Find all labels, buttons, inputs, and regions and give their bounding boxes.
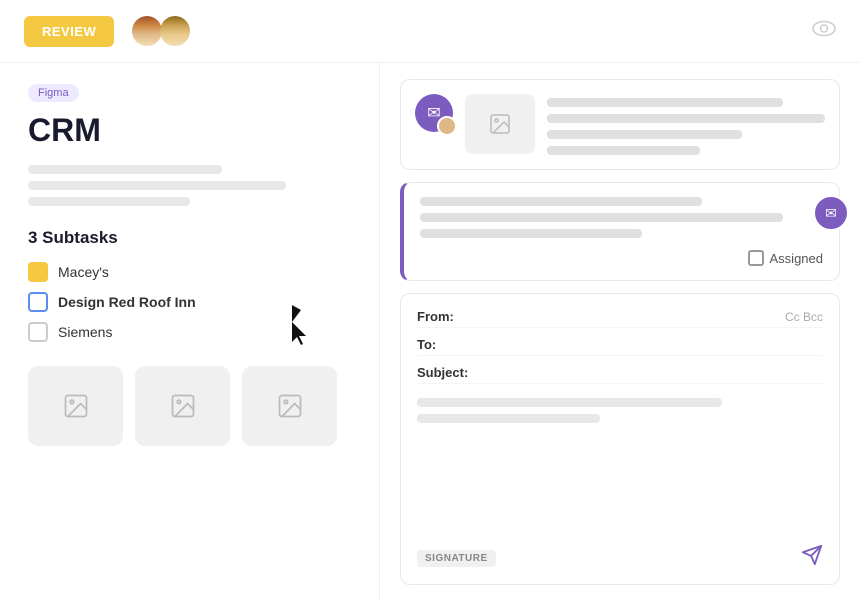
header: REVIEW [0, 0, 860, 63]
card2-line-2 [420, 213, 783, 222]
checkbox[interactable] [748, 250, 764, 266]
compose-from-field: From: Cc Bcc [417, 306, 823, 328]
right-panel: ✉ [380, 63, 860, 601]
subtask-label-siemens: Siemens [58, 324, 112, 340]
email-text-preview [547, 94, 825, 155]
subtask-list: Macey's Design Red Roof Inn Siemens [28, 262, 351, 342]
compose-area[interactable]: From: Cc Bcc To: Subject: SIGNATURE [400, 293, 840, 585]
body-line-1 [417, 398, 722, 407]
email-line-4 [547, 146, 700, 155]
card2-line-1 [420, 197, 702, 206]
card2-mail-icon: ✉ [825, 205, 837, 222]
email-card-1[interactable]: ✉ [400, 79, 840, 170]
description-lines [28, 165, 351, 206]
email-preview [465, 94, 825, 155]
email-card-top: ✉ [401, 80, 839, 169]
cc-bcc-label[interactable]: Cc Bcc [785, 310, 823, 324]
page-title: CRM [28, 112, 351, 149]
image-placeholder-2 [135, 366, 230, 446]
main-layout: Figma CRM 3 Subtasks Macey's Design Red … [0, 63, 860, 601]
subtask-icon-blue [28, 292, 48, 312]
desc-line-1 [28, 165, 222, 174]
avatar-1 [130, 14, 164, 48]
email-line-1 [547, 98, 783, 107]
assigned-checkbox[interactable]: Assigned [748, 250, 823, 266]
subtasks-heading: 3 Subtasks [28, 228, 351, 248]
subtask-label-maceys: Macey's [58, 264, 109, 280]
signature-badge: SIGNATURE [417, 550, 496, 567]
card2-text-lines [420, 197, 823, 238]
card2-line-3 [420, 229, 642, 238]
list-item[interactable]: Siemens [28, 322, 351, 342]
email-card-2[interactable]: Assigned ✉ [400, 182, 840, 281]
subject-label: Subject: [417, 365, 472, 380]
sender-person-img [437, 116, 457, 136]
image-grid [28, 366, 351, 446]
desc-line-3 [28, 197, 190, 206]
eye-icon[interactable] [812, 20, 836, 43]
to-label: To: [417, 337, 472, 352]
card2-footer: Assigned [420, 250, 823, 266]
card2-avatar: ✉ [813, 195, 849, 231]
from-label: From: [417, 309, 472, 324]
email-sender-avatar: ✉ [415, 94, 453, 132]
body-line-2 [417, 414, 600, 423]
subtask-label-redroof: Design Red Roof Inn [58, 294, 196, 310]
list-item[interactable]: Macey's [28, 262, 351, 282]
email-thumbnail [465, 94, 535, 154]
subtask-icon-gray [28, 322, 48, 342]
compose-to-field: To: [417, 334, 823, 356]
compose-footer: SIGNATURE [417, 544, 823, 572]
desc-line-2 [28, 181, 286, 190]
compose-subject-field: Subject: [417, 362, 823, 384]
avatar-2 [158, 14, 192, 48]
email-line-2 [547, 114, 825, 123]
list-item[interactable]: Design Red Roof Inn [28, 292, 351, 312]
image-placeholder-3 [242, 366, 337, 446]
figma-badge: Figma [28, 84, 79, 102]
compose-body[interactable] [417, 390, 823, 532]
email-line-3 [547, 130, 742, 139]
avatar-group [130, 14, 192, 48]
send-icon[interactable] [801, 544, 823, 572]
review-button[interactable]: REVIEW [24, 16, 114, 47]
image-placeholder-1 [28, 366, 123, 446]
subtask-icon-yellow [28, 262, 48, 282]
assigned-label: Assigned [770, 251, 823, 266]
left-panel: Figma CRM 3 Subtasks Macey's Design Red … [0, 63, 380, 601]
